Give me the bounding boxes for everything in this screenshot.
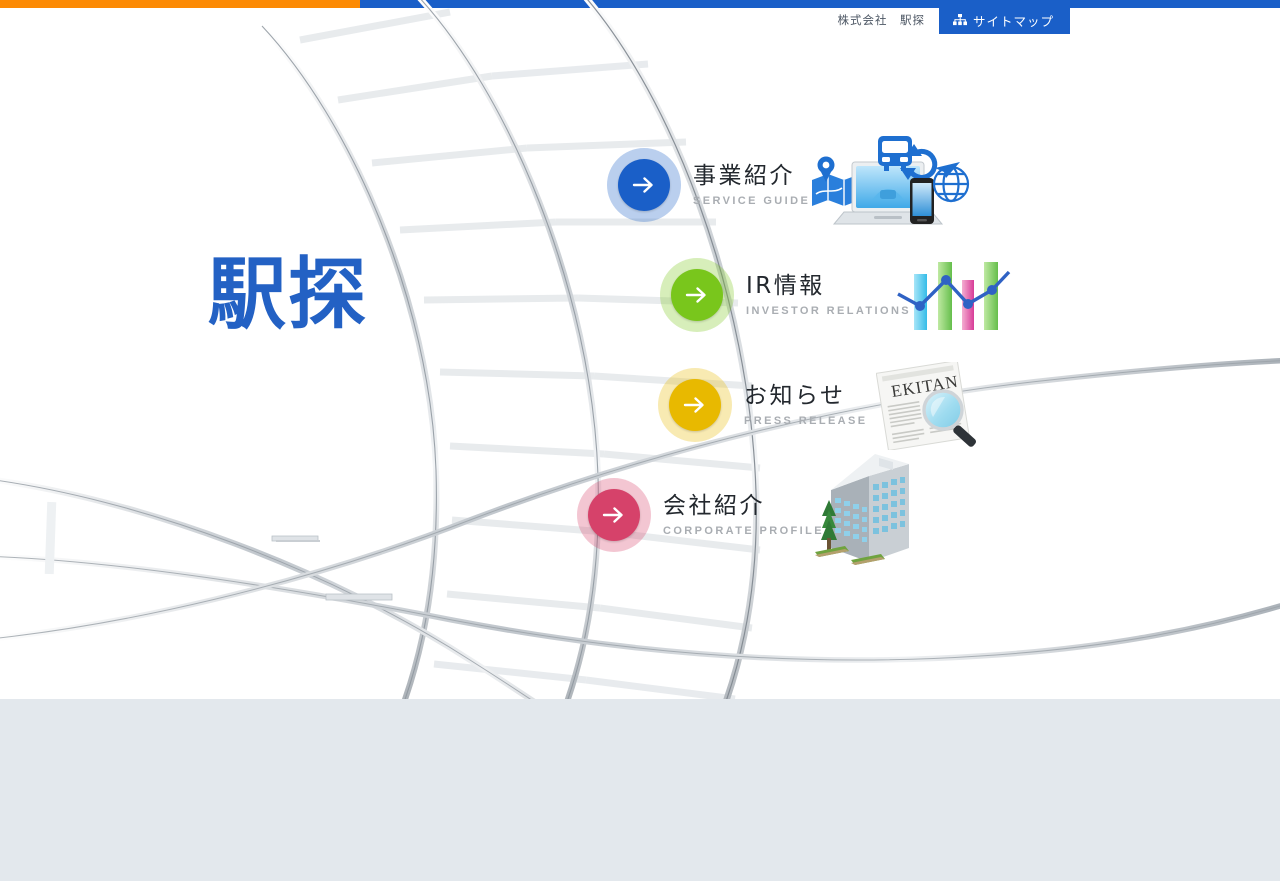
menu-title-ja: 事業紹介 — [693, 163, 795, 190]
arrow-right-icon — [632, 176, 656, 194]
sitemap-label: サイトマップ — [972, 14, 1054, 29]
sitemap-button[interactable]: サイトマップ — [938, 6, 1070, 34]
newspaper-magnifier-icon: EKITAN — [876, 362, 977, 450]
bar-line-chart-icon — [897, 262, 1011, 330]
circle-badge — [588, 489, 640, 541]
corporate-name: 株式会社 駅探 — [837, 15, 925, 27]
corporate-labels: 会社紹介 CORPORATE PROFILE — [651, 493, 824, 536]
circle-badge — [671, 269, 723, 321]
service-guide-arrow-button[interactable] — [607, 148, 681, 222]
service-guide-labels: 事業紹介 SERVICE GUIDE — [681, 163, 810, 206]
railway-background — [0, 0, 1280, 699]
menu-item-service-guide[interactable]: 事業紹介 SERVICE GUIDE — [607, 148, 810, 222]
corporate-arrow-button[interactable] — [577, 478, 651, 552]
menu-item-corporate-profile[interactable]: 会社紹介 CORPORATE PROFILE — [577, 478, 824, 552]
arrow-right-icon — [683, 396, 707, 414]
top-accent-orange — [0, 0, 360, 8]
menu-title-ja: お知らせ — [744, 383, 846, 410]
circle-badge — [669, 379, 721, 431]
page-root: 株式会社 駅探 サイトマップ 駅探 事業紹介 SERVICE GUIDE IR情… — [0, 0, 1280, 881]
circle-badge — [618, 159, 670, 211]
top-accent-blue — [360, 0, 1280, 8]
ir-labels: IR情報 INVESTOR RELATIONS — [734, 273, 911, 316]
arrow-right-icon — [685, 286, 709, 304]
menu-item-investor-relations[interactable]: IR情報 INVESTOR RELATIONS — [660, 258, 911, 332]
ir-arrow-button[interactable] — [660, 258, 734, 332]
press-arrow-button[interactable] — [658, 368, 732, 442]
menu-title-en: INVESTOR RELATIONS — [746, 304, 912, 317]
site-logo[interactable]: 駅探 — [208, 256, 368, 334]
office-building-icon — [815, 454, 909, 565]
menu-title-en: PRESS RELEASE — [744, 414, 868, 427]
arrow-right-icon — [602, 506, 626, 524]
menu-title-ja: 会社紹介 — [663, 493, 765, 520]
menu-item-press-release[interactable]: お知らせ PRESS RELEASE — [658, 368, 868, 442]
press-labels: お知らせ PRESS RELEASE — [732, 383, 868, 426]
service-devices-icon — [812, 136, 970, 225]
menu-title-en: SERVICE GUIDE — [693, 194, 811, 207]
top-accent-bar — [0, 0, 1280, 8]
sitemap-icon — [952, 14, 967, 26]
footer: COPYRIGHT©駅探, ALL RIGHTS RESERVED PC版トップ… — [0, 699, 1280, 881]
menu-title-en: CORPORATE PROFILE — [663, 524, 824, 537]
menu-title-ja: IR情報 — [746, 273, 825, 300]
header-nav: 株式会社 駅探 サイトマップ — [837, 6, 1070, 34]
